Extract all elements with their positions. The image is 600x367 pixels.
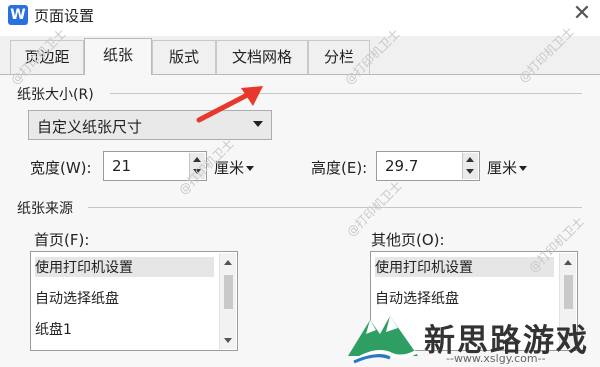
caret-down-icon (246, 166, 255, 171)
spin-down-icon[interactable] (466, 169, 474, 174)
scroll-down-icon[interactable] (224, 338, 232, 343)
paper-size-selected-value: 自定义纸张尺寸 (37, 118, 143, 136)
height-input[interactable]: 29.7 (376, 151, 480, 181)
first-page-listbox[interactable]: 使用打印机设置 自动选择纸盘 纸盘1 (30, 251, 238, 351)
width-label: 宽度(W): (30, 159, 92, 177)
tab-paper[interactable]: 纸张 (84, 38, 152, 75)
caret-down-icon (519, 166, 528, 171)
other-pages-label: 其他页(O): (371, 231, 445, 249)
first-page-label: 首页(F): (34, 231, 90, 249)
brand-watermark: 新思路游戏 --www.xslgy.com-- (340, 300, 600, 367)
height-spinner[interactable] (462, 153, 478, 179)
scroll-up-icon[interactable] (564, 260, 572, 265)
width-value: 21 (112, 157, 132, 175)
spin-up-icon[interactable] (466, 157, 474, 162)
brand-url: --www.xslgy.com-- (446, 352, 546, 365)
section-divider (88, 207, 582, 208)
height-value: 29.7 (385, 157, 419, 175)
height-unit-dropdown[interactable]: 厘米 (487, 157, 528, 178)
height-label: 高度(E): (311, 159, 368, 177)
tab-document-grid[interactable]: 文档网格 (216, 40, 308, 74)
list-item[interactable]: 自动选择纸盘 (35, 288, 119, 308)
paper-source-section-label: 纸张来源 (17, 201, 73, 217)
section-divider (110, 93, 582, 94)
scroll-thumb[interactable] (224, 275, 233, 309)
title-bar: W 页面设置 ✕ (0, 0, 600, 36)
vertical-scrollbar[interactable] (219, 253, 236, 349)
list-item[interactable]: 使用打印机设置 (35, 257, 214, 277)
close-icon[interactable]: ✕ (572, 3, 592, 25)
mountain-logo-icon (348, 316, 418, 364)
paper-size-section-label: 纸张大小(R) (17, 87, 94, 103)
annotation-arrow-icon (196, 86, 263, 123)
list-item[interactable]: 纸盘1 (35, 319, 72, 339)
dialog-title: 页面设置 (34, 7, 95, 25)
scroll-up-icon[interactable] (224, 260, 232, 265)
wps-app-icon: W (8, 5, 28, 25)
height-unit-label: 厘米 (487, 159, 518, 177)
tab-layout[interactable]: 版式 (152, 40, 216, 74)
